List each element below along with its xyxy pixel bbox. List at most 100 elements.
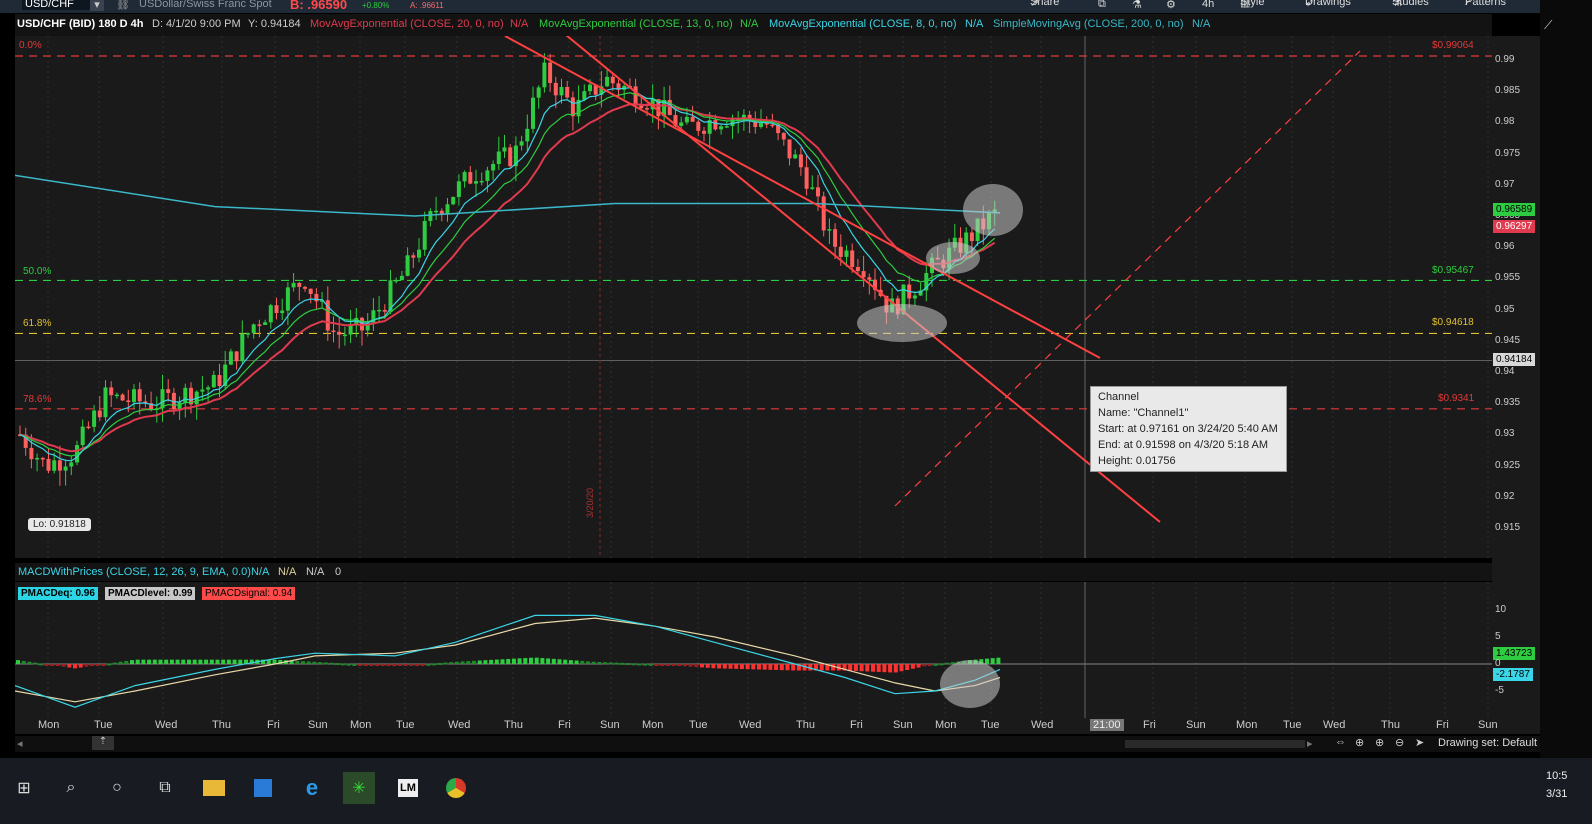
store-icon[interactable]: [247, 772, 279, 804]
ema8-label[interactable]: MovAvgExponential (CLOSE, 8, 0, no): [769, 18, 957, 30]
task-view-icon[interactable]: ⧉: [149, 772, 181, 804]
candle-body: [451, 196, 456, 205]
time-tick-label: Mon: [350, 719, 372, 731]
price-chart[interactable]: [15, 36, 1492, 558]
candle-body: [274, 305, 279, 314]
flask-icon[interactable]: ⚗: [1132, 0, 1142, 11]
candle-body: [605, 76, 610, 87]
candle-body: [610, 76, 615, 84]
macd-histogram-bar: [403, 664, 408, 666]
thinkorswim-icon[interactable]: ✳: [343, 772, 375, 804]
price-tick-label: 0.97: [1495, 178, 1515, 190]
drawing-set-label[interactable]: Drawing set: Default: [1438, 737, 1537, 749]
candle-body: [240, 333, 245, 362]
candle-body: [679, 122, 684, 126]
windows-start-icon[interactable]: ⊞: [8, 772, 40, 804]
top-toolbar: USD/CHF ▾ ⛓ USDollar/Swiss Franc Spot B:…: [0, 0, 1540, 13]
candle-body: [553, 82, 558, 96]
macd-histogram-bar: [329, 662, 334, 665]
macd-histogram-bar: [118, 661, 123, 664]
candle-body: [331, 330, 336, 333]
gear-icon[interactable]: ⚙: [1166, 0, 1176, 11]
scroll-thumb[interactable]: [1125, 740, 1305, 748]
date-marker: 3/20/20: [585, 487, 595, 518]
scroll-left-icon[interactable]: ◂: [17, 737, 23, 750]
candle-body: [690, 116, 695, 122]
search-icon[interactable]: ⌕: [55, 772, 87, 804]
pmacd-level-badge: PMACDlevel: 0.99: [105, 587, 196, 600]
macd-histogram-bar: [301, 661, 305, 664]
candle-body: [827, 229, 832, 231]
price-tick-label: 0.945: [1495, 334, 1521, 346]
cursor-y: Y: 0.94184: [248, 18, 301, 30]
macd-histogram-bar: [449, 662, 454, 665]
chart-scrollbar[interactable]: ◂ ⇡ ▸ ⇔ ⊕ ⊕ ⊖ ➤ Drawing set: Default: [15, 736, 1540, 752]
candle-body: [833, 229, 838, 247]
macd-histogram-bar: [779, 664, 784, 671]
macd-histogram-bar: [61, 664, 66, 667]
macd-chart[interactable]: [15, 582, 1492, 718]
macd-histogram-bar: [928, 664, 932, 666]
candle-body: [468, 172, 473, 184]
draw-tool-icon[interactable]: ⟋: [1544, 18, 1552, 33]
macd-histogram-bar: [112, 662, 117, 665]
detach-icon[interactable]: ⧉: [1098, 0, 1106, 11]
macd-histogram-bar: [985, 658, 989, 664]
macd-histogram-bar: [734, 664, 739, 669]
candle-body: [57, 460, 62, 471]
cortana-icon[interactable]: ○: [101, 772, 133, 804]
pointer-icon[interactable]: ➤: [1415, 736, 1424, 749]
candle-body: [29, 447, 34, 460]
expand-icon[interactable]: ⇡: [92, 736, 114, 750]
time-axis[interactable]: Mon Tue Wed Thu Fri Sun Mon Tue Wed Thu Fri Sun Mon T…: [15, 718, 1540, 734]
candle-body: [855, 266, 860, 272]
candle-body: [251, 324, 256, 334]
symbol-dropdown-icon[interactable]: ▾: [90, 0, 104, 11]
macd-panel[interactable]: PMACDeq: 0.96 PMACDlevel: 0.99 PMACDsign…: [15, 582, 1506, 718]
candle-body: [684, 116, 689, 123]
zoom-in-icon[interactable]: ⊕: [1375, 736, 1384, 749]
symbol-input[interactable]: USD/CHF: [22, 0, 93, 10]
ema20-line: [19, 103, 996, 453]
link-icon[interactable]: ⛓: [116, 0, 130, 11]
price-axis[interactable]: 0.990.9850.980.9750.970.9650.960.9550.95…: [1492, 36, 1540, 718]
chrome-icon[interactable]: [440, 772, 472, 804]
price-chart-panel[interactable]: 0.0% 50.0% 61.8% 78.6% $0.99064 $0.95467…: [15, 36, 1492, 558]
candle-body: [314, 293, 319, 302]
zoom-out-icon[interactable]: ⊖: [1395, 736, 1404, 749]
macd-title[interactable]: MACDWithPrices (CLOSE, 12, 26, 9, EMA, 0…: [18, 566, 251, 578]
ema13-line: [19, 92, 996, 457]
macd-histogram-bar: [922, 664, 927, 667]
tooltip-type: Channel: [1098, 391, 1139, 403]
macd-na-3: N/A: [306, 566, 325, 578]
macd-histogram-bar: [312, 661, 317, 664]
chart-title[interactable]: USD/CHF (BID) 180 D 4h: [17, 18, 144, 30]
candle-body: [211, 374, 216, 388]
lm-app-icon[interactable]: LM: [392, 772, 424, 804]
time-tick-label: Tue: [396, 719, 415, 731]
edge-icon[interactable]: e: [296, 772, 328, 804]
macd-histogram-bar: [67, 664, 72, 668]
pmacd-eq-badge: PMACDeq: 0.96: [18, 587, 98, 600]
candle-body: [724, 126, 729, 128]
scroll-right-icon[interactable]: ▸: [1307, 737, 1313, 750]
crosshair-icon[interactable]: ⊕: [1355, 736, 1364, 749]
sma200-label[interactable]: SimpleMovingAvg (CLOSE, 200, 0, no): [993, 18, 1184, 30]
candle-body: [559, 87, 564, 96]
macd-histogram-bar: [876, 664, 881, 672]
macd-histogram-bar: [660, 664, 665, 666]
fit-width-icon[interactable]: ⇔: [1335, 736, 1346, 748]
macd-histogram-bar: [831, 664, 836, 671]
interval-button[interactable]: 4h: [1202, 0, 1214, 10]
candle-body: [342, 334, 347, 337]
file-explorer-icon[interactable]: [198, 772, 230, 804]
time-tick-label: Mon: [642, 719, 664, 731]
ema20-label[interactable]: MovAvgExponential (CLOSE, 20, 0, no): [310, 18, 504, 30]
macd-histogram-bar: [563, 659, 568, 664]
macd-histogram-bar: [574, 660, 579, 664]
candle-body: [702, 130, 706, 134]
macd-histogram-bar: [631, 663, 636, 666]
ema13-label[interactable]: MovAvgExponential (CLOSE, 13, 0, no): [539, 18, 733, 30]
macd-histogram-bar: [614, 662, 619, 665]
macd-histogram-bar: [990, 658, 995, 664]
